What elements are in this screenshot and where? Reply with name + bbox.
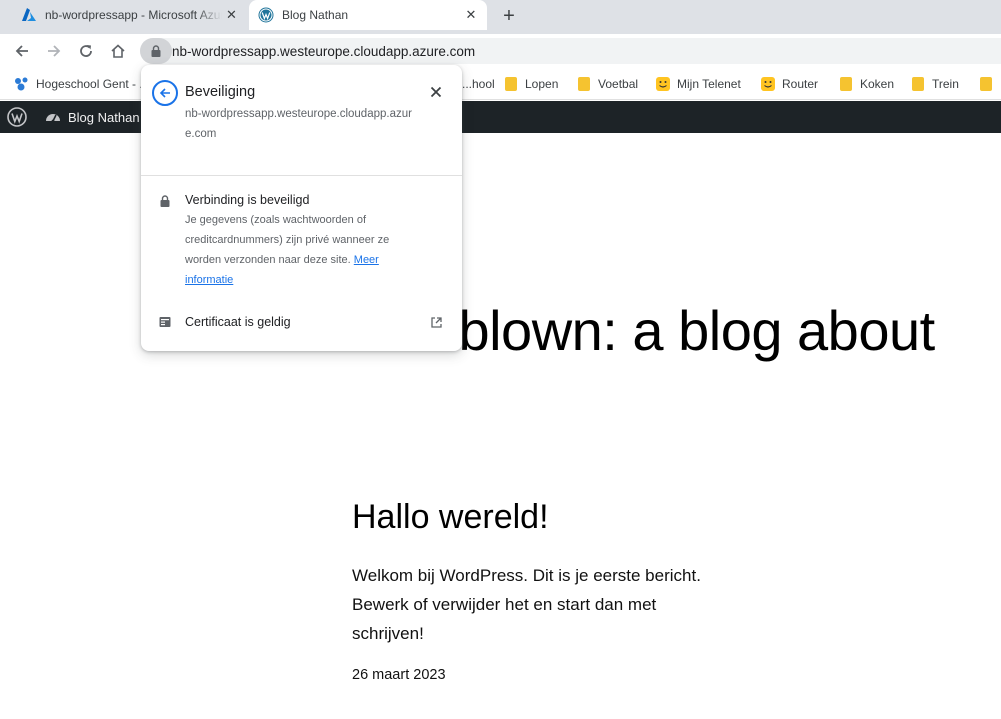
telenet-icon: [655, 76, 671, 92]
tab-blog[interactable]: Blog Nathan ✕: [249, 0, 487, 30]
popup-divider: [141, 175, 462, 176]
arrow-right-icon: [48, 45, 61, 57]
tab-title: nb-wordpressapp - Microsoft Azure: [45, 8, 222, 22]
dashboard-icon: [46, 114, 60, 123]
bookmark-hogeschool-gent[interactable]: Hogeschool Gent - ...: [14, 74, 149, 94]
wordpress-logo-icon: [258, 7, 274, 23]
url-text: nb-wordpressapp.westeurope.cloudapp.azur…: [172, 43, 476, 59]
popup-host: nb-wordpressapp.westeurope.cloudapp.azur…: [185, 108, 412, 140]
browser-toolbar: nb-wordpressapp.westeurope.cloudapp.azur…: [0, 34, 1001, 68]
folder-icon: [910, 76, 926, 92]
bookmark-school[interactable]: ...hool: [462, 74, 495, 94]
browser-window: nb-wordpressapp - Microsoft Azure ✕ Blog…: [0, 0, 1001, 719]
popup-title: Beveiliging: [185, 84, 256, 100]
back-button[interactable]: [152, 80, 178, 106]
home-button[interactable]: [106, 39, 130, 63]
tab-azure[interactable]: nb-wordpressapp - Microsoft Azure ✕: [12, 0, 247, 30]
hogent-icon: [14, 76, 30, 92]
certificate-icon: [159, 317, 171, 327]
folder-icon: [838, 76, 854, 92]
bookmark-label: Router: [782, 77, 819, 91]
connection-description: Je gegevens (zoals wachtwoorden of credi…: [185, 210, 421, 290]
close-tab-icon[interactable]: ✕: [461, 5, 481, 25]
new-tab-button[interactable]: +: [497, 4, 521, 28]
azure-logo-icon: [21, 7, 37, 23]
address-bar[interactable]: nb-wordpressapp.westeurope.cloudapp.azur…: [140, 38, 1001, 64]
folder-icon: [503, 76, 519, 92]
close-popup-button[interactable]: [427, 83, 445, 101]
reload-icon: [80, 45, 92, 57]
lock-icon: [151, 45, 161, 57]
bookmark-mijn-telenet[interactable]: Mijn Telenet: [655, 74, 741, 94]
external-link-icon[interactable]: [430, 316, 443, 329]
close-icon: [430, 86, 442, 98]
back-button[interactable]: [10, 39, 34, 63]
site-info-button[interactable]: [140, 38, 172, 64]
bookmark-label: Lopen: [525, 77, 559, 91]
tab-title: Blog Nathan: [282, 8, 349, 22]
bookmark-lopen[interactable]: Lopen: [503, 74, 558, 94]
bookmark-more[interactable]: [978, 74, 1000, 94]
arrow-left-icon: [15, 45, 28, 57]
bookmark-voetbal[interactable]: Voetbal: [576, 74, 638, 94]
bookmark-label: Voetbal: [598, 77, 639, 91]
bookmark-trein[interactable]: Trein: [910, 74, 959, 94]
bookmark-label: Koken: [860, 77, 895, 91]
bookmark-label: Hogeschool Gent - ...: [36, 77, 150, 91]
connection-heading: Verbinding is beveiligd: [185, 193, 310, 207]
tab-strip: nb-wordpressapp - Microsoft Azure ✕ Blog…: [0, 0, 1001, 34]
home-icon: [111, 44, 125, 58]
wordpress-logo-icon[interactable]: [7, 107, 27, 127]
folder-icon: [978, 76, 994, 92]
reload-button[interactable]: [74, 39, 98, 63]
lock-icon: [160, 195, 170, 207]
bookmark-label: Mijn Telenet: [677, 77, 741, 91]
bookmark-router[interactable]: Router: [760, 74, 818, 94]
post-excerpt: Welkom bij WordPress. Dit is je eerste b…: [352, 566, 701, 643]
close-tab-icon[interactable]: ✕: [222, 5, 241, 25]
forward-button[interactable]: [42, 39, 66, 63]
certificate-status[interactable]: Certificaat is geldig: [185, 315, 291, 329]
post-date[interactable]: 26 maart 2023: [352, 667, 446, 683]
bookmark-label: ...hool: [462, 77, 495, 91]
post-title[interactable]: Hallo wereld!: [352, 498, 549, 537]
telenet-icon: [760, 76, 776, 92]
bookmark-label: Trein: [932, 77, 959, 91]
bookmark-koken[interactable]: Koken: [838, 74, 894, 94]
site-name: Blog Nathan: [68, 109, 140, 125]
security-popup: Beveiliging nb-wordpressapp.westeurope.c…: [141, 65, 462, 351]
admin-bar-site-link[interactable]: Blog Nathan: [44, 107, 140, 127]
folder-icon: [576, 76, 592, 92]
arrow-left-icon: [159, 88, 170, 98]
